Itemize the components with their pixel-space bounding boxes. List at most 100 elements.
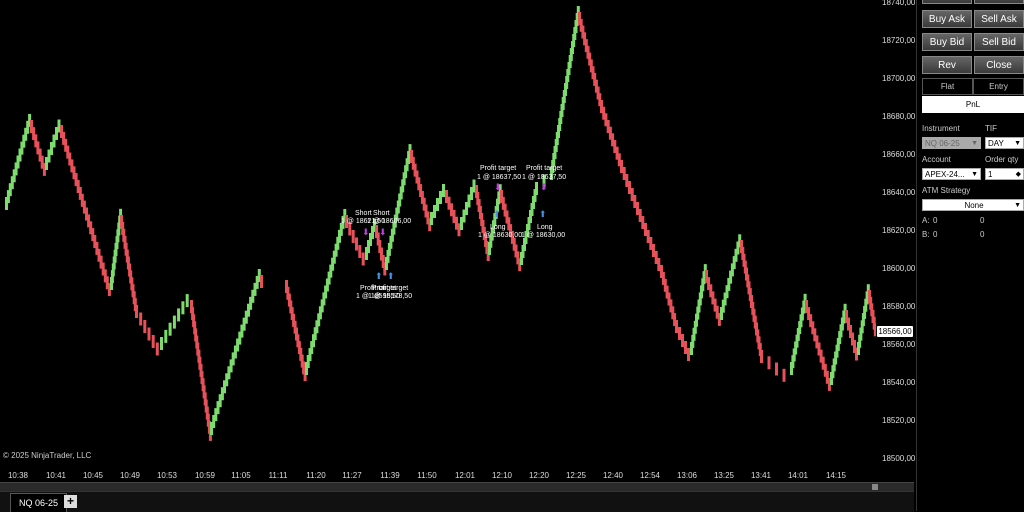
time-axis[interactable]: 10:38 10:41 10:45 10:49 10:53 10:59 11:05 11:11… — [0, 468, 876, 482]
renko-brick — [633, 195, 637, 208]
time-axis-label: 10:41 — [45, 471, 67, 480]
order-qty-stepper[interactable]: 1 ◆ — [985, 168, 1024, 180]
time-axis-label: 14:01 — [787, 471, 809, 480]
pt-top-label-b: Profit target — [526, 165, 563, 172]
renko-brick — [782, 368, 786, 382]
renko-brick — [620, 160, 623, 173]
profit-arrow-icon: ⬇ — [540, 182, 548, 192]
time-axis-label: 13:41 — [750, 471, 772, 480]
renko-brick — [684, 341, 687, 354]
renko-brick — [351, 230, 355, 243]
renko-brick — [436, 198, 439, 211]
short-label-a: Short — [355, 210, 372, 217]
add-tab-button[interactable]: + — [64, 495, 77, 508]
renko-brick — [649, 237, 653, 250]
time-axis-label: 12:10 — [491, 471, 513, 480]
renko-brick — [630, 188, 634, 201]
renko-brick — [433, 205, 436, 218]
renko-brick — [439, 191, 442, 204]
scrollbar-thumb[interactable] — [872, 484, 878, 490]
renko-brick — [185, 294, 189, 308]
time-axis-label: 11:39 — [380, 471, 400, 480]
buy-ask-button[interactable]: Buy Ask — [922, 10, 972, 28]
price-axis-label: 18500,00 — [882, 454, 916, 463]
sell-bid-button[interactable]: Sell Bid — [974, 33, 1024, 51]
chevron-down-icon: ▼ — [971, 140, 978, 147]
copyright-text: © 2025 NinjaTrader, LLC — [3, 451, 92, 460]
short-label-b: Short — [373, 210, 390, 217]
chevron-down-icon: ▼ — [1014, 202, 1021, 209]
price-axis-label: 18720,00 — [882, 36, 916, 45]
price-axis-label: 18540,00 — [882, 378, 916, 387]
rev-button[interactable]: Rev — [922, 56, 972, 74]
chart-area[interactable]: Short Short 1 @ 18621,50 1 @ 18606,00 ⬇ … — [0, 0, 914, 470]
renko-brick — [151, 335, 155, 348]
renko-brick — [355, 237, 358, 251]
atm-strategy-label: ATM Strategy — [922, 186, 971, 195]
sell-ask-button[interactable]: Sell Ask — [974, 10, 1024, 28]
short-arrow-icon: ⬇ — [379, 227, 387, 237]
top-button[interactable] — [922, 0, 972, 4]
renko-brick — [147, 327, 151, 341]
long-arrow-icon: ⬆ — [539, 209, 547, 219]
price-axis[interactable]: 18740,00 18720,00 18700,00 18680,00 18660,00… — [876, 0, 916, 470]
renko-brick — [535, 182, 538, 195]
top-button[interactable] — [974, 0, 1024, 4]
tif-label: TIF — [985, 124, 997, 133]
renko-brick — [181, 301, 185, 315]
time-axis-label: 12:20 — [528, 471, 550, 480]
tif-value: DAY — [988, 139, 1004, 148]
time-axis-label: 10:59 — [194, 471, 216, 480]
renko-brick — [177, 308, 181, 322]
account-select[interactable]: APEX-24... ▼ — [922, 168, 981, 180]
renko-brick — [657, 258, 661, 271]
renko-brick — [760, 350, 763, 363]
profit-arrow-icon: ⬆ — [387, 271, 395, 281]
renko-brick — [260, 275, 263, 288]
chevron-down-icon: ▼ — [1014, 140, 1021, 147]
buy-bid-button[interactable]: Buy Bid — [922, 33, 972, 51]
time-axis-label: 11:27 — [342, 471, 362, 480]
short-arrow-icon: ⬇ — [362, 227, 370, 237]
atm-strategy-select[interactable]: None ▼ — [922, 199, 1024, 211]
chevron-down-icon: ▼ — [971, 171, 978, 178]
time-axis-label: 10:53 — [156, 471, 178, 480]
instrument-value: NQ 06-25 — [925, 139, 960, 148]
renko-brick — [775, 362, 778, 376]
price-axis-label: 18580,00 — [882, 302, 916, 311]
renko-brick — [641, 216, 645, 229]
time-axis-label: 12:40 — [602, 471, 624, 480]
time-axis-label: 13:25 — [713, 471, 735, 480]
renko-brick — [681, 334, 684, 347]
renko-brick — [654, 251, 658, 264]
a-value-2: 0 — [980, 216, 985, 225]
tif-select[interactable]: DAY ▼ — [985, 137, 1024, 149]
instrument-select[interactable]: NQ 06-25 ▼ — [922, 137, 981, 149]
account-label: Account — [922, 155, 951, 164]
renko-brick — [675, 320, 678, 333]
pt-label-b: Profit target — [372, 285, 409, 292]
pt-price-b: 1 @ 18578,50 — [368, 293, 413, 300]
time-axis-label: 12:54 — [639, 471, 661, 480]
close-button[interactable]: Close — [974, 56, 1024, 74]
renko-brick — [628, 181, 631, 194]
long-price-a: 1 @ 18630,00 — [478, 232, 523, 239]
order-qty-value: 1 — [988, 170, 993, 179]
renko-brick — [135, 305, 138, 318]
long-price-b: 1 @ 18630,00 — [521, 232, 566, 239]
time-axis-label: 11:11 — [268, 471, 288, 480]
time-axis-label: 10:49 — [119, 471, 141, 480]
renko-brick — [678, 327, 681, 340]
renko-chart[interactable] — [0, 0, 876, 470]
time-axis-label: 10:38 — [7, 471, 29, 480]
tab-nq-06-25[interactable]: NQ 06-25 — [10, 493, 68, 512]
renko-brick — [139, 312, 143, 326]
renko-brick — [442, 184, 445, 197]
price-axis-label: 18680,00 — [882, 112, 916, 121]
pt-top-price-b: 1 @ 18637,50 — [522, 174, 567, 181]
flat-status: Flat — [922, 78, 973, 95]
instrument-label: Instrument — [922, 124, 960, 133]
stepper-icon[interactable]: ◆ — [1016, 169, 1021, 181]
renko-brick — [358, 245, 362, 258]
time-axis-label: 14:15 — [825, 471, 847, 480]
